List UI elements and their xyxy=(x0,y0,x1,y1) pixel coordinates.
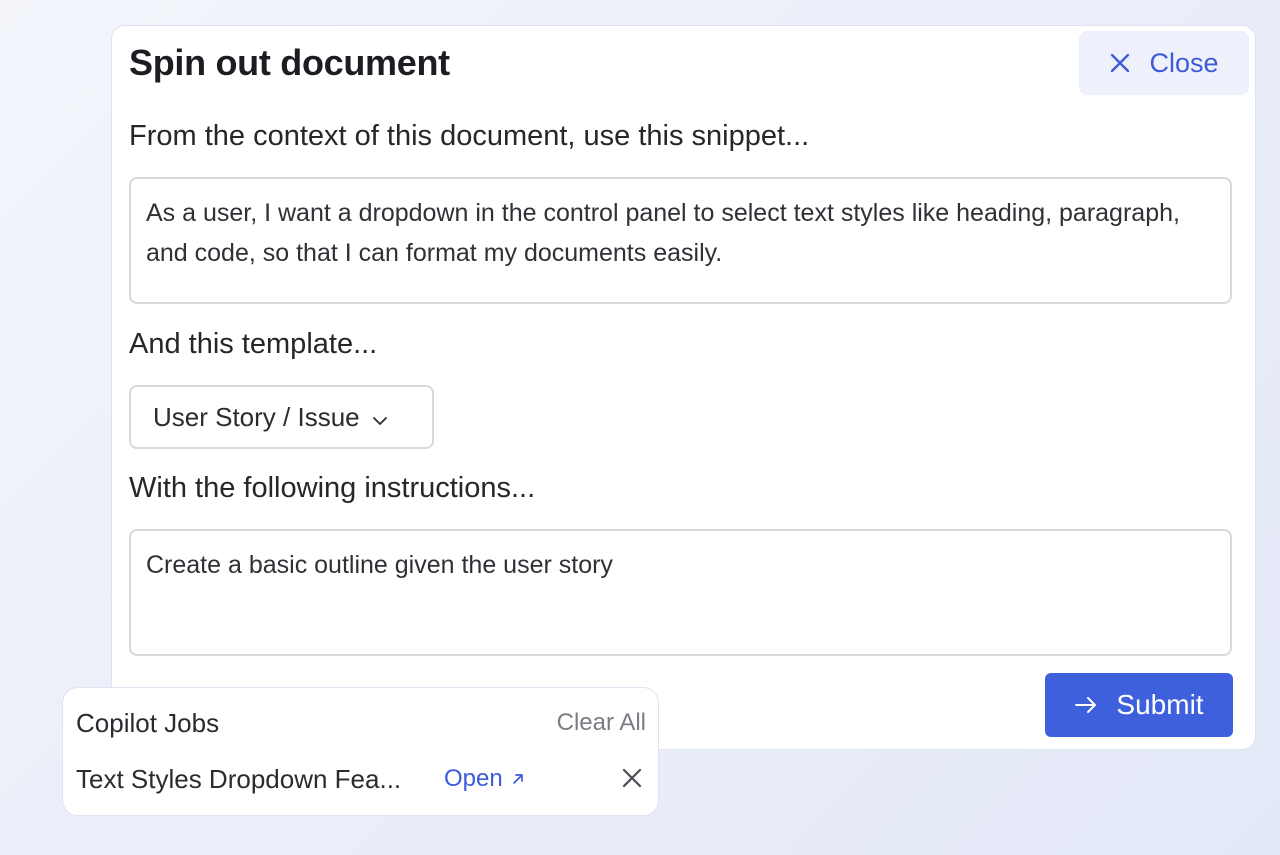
close-label: Close xyxy=(1149,47,1219,78)
copilot-jobs-panel: Copilot Jobs Clear All Text Styles Dropd… xyxy=(62,687,659,816)
x-icon xyxy=(621,768,643,793)
template-dropdown[interactable]: User Story / Issue xyxy=(129,385,434,449)
job-item: Text Styles Dropdown Fea... Open xyxy=(76,764,647,796)
job-open-link[interactable]: Open xyxy=(444,765,525,793)
close-icon xyxy=(1109,52,1131,74)
submit-button[interactable]: Submit xyxy=(1045,673,1233,737)
job-name: Text Styles Dropdown Fea... xyxy=(76,764,402,794)
chevron-down-icon xyxy=(372,402,388,433)
jobs-title: Copilot Jobs xyxy=(76,708,220,738)
close-button[interactable]: Close xyxy=(1079,31,1249,95)
clear-all-button[interactable]: Clear All xyxy=(557,709,646,737)
external-link-icon xyxy=(511,765,525,793)
job-open-label: Open xyxy=(444,765,503,792)
template-selected-value: User Story / Issue xyxy=(153,401,360,432)
job-dismiss-button[interactable] xyxy=(621,767,643,794)
template-label: And this template... xyxy=(129,328,378,360)
snippet-textarea[interactable]: As a user, I want a dropdown in the cont… xyxy=(129,177,1232,304)
instructions-label: With the following instructions... xyxy=(129,472,536,504)
spin-out-dialog: Spin out document Close From the context… xyxy=(111,25,1256,750)
dialog-title: Spin out document xyxy=(129,42,450,83)
arrow-right-icon xyxy=(1074,689,1098,721)
submit-label: Submit xyxy=(1116,689,1204,720)
instructions-textarea[interactable]: Create a basic outline given the user st… xyxy=(129,529,1232,656)
snippet-label: From the context of this document, use t… xyxy=(129,120,810,152)
